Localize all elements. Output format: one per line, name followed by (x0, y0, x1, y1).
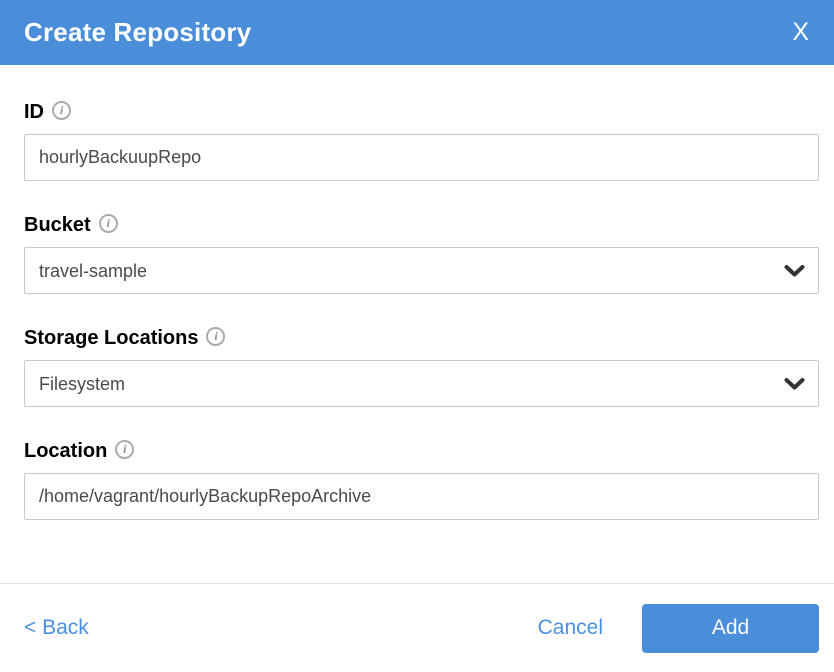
id-label: ID (24, 101, 44, 124)
field-id: ID i (24, 101, 819, 181)
bucket-label: Bucket (24, 214, 91, 237)
location-label: Location (24, 440, 107, 463)
field-storage-locations: Storage Locations i Filesystem (24, 327, 819, 407)
add-button[interactable]: Add (642, 604, 819, 653)
info-icon[interactable]: i (99, 214, 118, 233)
close-icon[interactable]: X (788, 18, 813, 47)
dialog-title: Create Repository (24, 17, 788, 48)
field-bucket: Bucket i travel-sample (24, 214, 819, 294)
info-icon[interactable]: i (115, 440, 134, 459)
dialog-header: Create Repository X (0, 0, 834, 65)
create-repository-dialog: Create Repository X ID i Bucket i travel… (0, 0, 834, 672)
storage-locations-label: Storage Locations (24, 327, 198, 350)
bucket-select-wrap: travel-sample (24, 247, 819, 294)
info-icon[interactable]: i (206, 327, 225, 346)
storage-locations-select[interactable]: Filesystem (24, 360, 819, 407)
id-input[interactable] (24, 134, 819, 181)
info-icon[interactable]: i (52, 101, 71, 120)
cancel-button[interactable]: Cancel (538, 616, 603, 640)
back-link[interactable]: < Back (24, 616, 89, 640)
dialog-body: ID i Bucket i travel-sample (0, 65, 834, 583)
field-location: Location i (24, 440, 819, 520)
bucket-select[interactable]: travel-sample (24, 247, 819, 294)
storage-locations-select-wrap: Filesystem (24, 360, 819, 407)
dialog-footer: < Back Cancel Add (0, 583, 834, 672)
location-input[interactable] (24, 473, 819, 520)
location-label-row: Location i (24, 440, 819, 463)
id-label-row: ID i (24, 101, 819, 124)
storage-locations-label-row: Storage Locations i (24, 327, 819, 350)
bucket-label-row: Bucket i (24, 214, 819, 237)
